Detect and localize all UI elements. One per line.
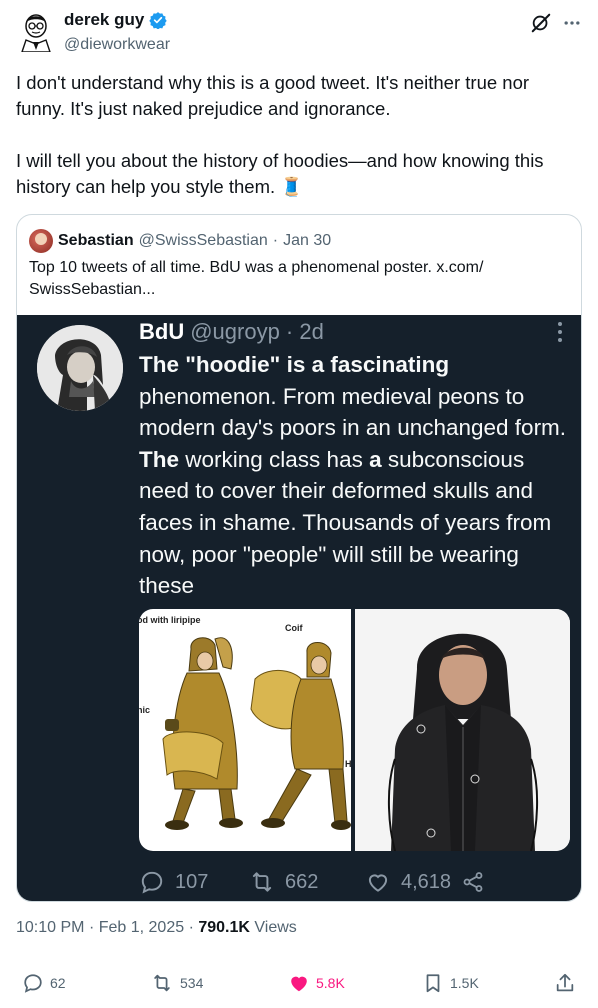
quoted-author-name[interactable]: Sebastian — [58, 232, 134, 250]
verified-badge-icon — [149, 12, 168, 29]
author-handle[interactable]: @dieworkwear — [64, 36, 170, 54]
bookmark-count: 1.5K — [450, 975, 479, 991]
retweet-icon — [154, 974, 170, 992]
bookmark-button[interactable]: 1.5K — [422, 972, 479, 994]
heart-filled-icon — [291, 976, 307, 992]
quoted-image[interactable]: BdU @ugroyp · 2d The "hoodie" is a fasci… — [17, 315, 581, 901]
image-action-bar: 107 662 4,618 — [139, 869, 559, 895]
image-share-icon — [463, 872, 483, 892]
author-avatar[interactable] — [18, 12, 54, 53]
tweet-header: derek guy @dieworkwear — [0, 0, 598, 64]
medieval-hood-illustration: od with liripipe Coif nic H — [139, 609, 351, 851]
image-text-segment: a — [369, 446, 382, 472]
share-icon — [556, 973, 574, 992]
author-display-name[interactable]: derek guy — [64, 10, 144, 30]
image-retweet-icon — [252, 872, 272, 892]
tweet-meta: 10:10 PM · Feb 1, 2025 · 790.1K Views — [16, 919, 297, 937]
image-text-segment: phenomenon. From medieval peons to moder… — [139, 383, 567, 441]
image-text-segment: The — [139, 446, 180, 472]
tweet-paragraph: I will tell you about the history of hoo… — [16, 150, 544, 197]
like-count: 5.8K — [316, 975, 345, 991]
image-reply-icon — [141, 871, 163, 894]
more-options-icon[interactable] — [562, 13, 582, 33]
image-like-icon — [368, 874, 388, 892]
tweet-paragraph: I don't understand why this is a good tw… — [16, 72, 530, 119]
black-hoodie-photo — [355, 609, 570, 851]
views-count: 790.1K — [198, 919, 250, 936]
separator-dot: · — [88, 919, 95, 936]
image-author-handle: @ugroyp · 2d — [190, 319, 324, 344]
tweet-text: I don't understand why this is a good tw… — [16, 70, 582, 200]
tweet-date[interactable]: Feb 1, 2025 — [99, 919, 184, 936]
share-button[interactable] — [554, 972, 576, 994]
quoted-author-handle[interactable]: @SwissSebastian — [139, 232, 268, 250]
tweet-action-bar: 62 534 5.8K 1.5K — [0, 968, 598, 1002]
image-author-avatar — [37, 325, 123, 411]
image-more-icon — [558, 322, 562, 342]
views-label: Views — [254, 919, 297, 936]
image-tweet-text: The "hoodie" is a fascinating phenomenon… — [139, 349, 569, 602]
label-hood: od with liripipe — [139, 615, 201, 625]
image-reply-count: 107 — [175, 870, 209, 893]
label-tunic: nic — [139, 705, 150, 715]
like-button[interactable]: 5.8K — [288, 972, 345, 994]
quoted-tweet[interactable]: Sebastian @SwissSebastian · Jan 30 Top 1… — [16, 214, 582, 902]
label-h: H — [345, 759, 351, 769]
retweet-count: 534 — [180, 975, 204, 991]
separator-dot: · — [188, 919, 194, 936]
image-text-segment: working class has — [179, 446, 370, 472]
retweet-button[interactable]: 534 — [150, 972, 203, 994]
bookmark-icon — [426, 974, 440, 993]
reply-icon — [24, 974, 42, 993]
reply-button[interactable]: 62 — [22, 972, 66, 994]
tweet-time[interactable]: 10:10 PM — [16, 919, 84, 936]
separator-dot: · — [272, 232, 279, 249]
quoted-author-avatar[interactable] — [29, 229, 53, 253]
reply-count: 62 — [50, 975, 66, 991]
image-author-name: BdU — [139, 319, 185, 344]
image-text-segment: The "hoodie" is a fascinating — [139, 352, 450, 377]
quoted-text: Top 10 tweets of all time. BdU was a phe… — [29, 259, 484, 298]
label-coif: Coif — [285, 623, 303, 633]
quoted-date[interactable]: Jan 30 — [283, 232, 331, 250]
image-retweet-count: 662 — [285, 870, 319, 893]
image-like-count: 4,618 — [401, 870, 452, 893]
grok-icon[interactable] — [530, 12, 552, 34]
